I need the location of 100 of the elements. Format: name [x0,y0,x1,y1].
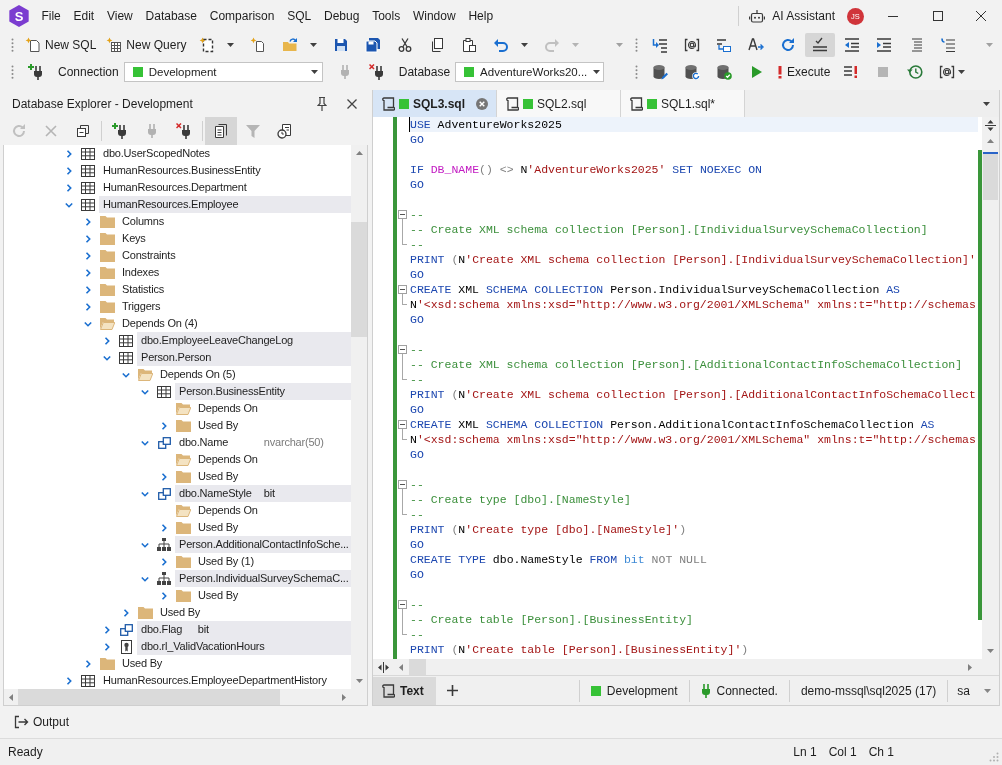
chevron-down-icon[interactable] [122,370,130,379]
tree-item[interactable]: Used By [194,587,351,604]
horizontal-scrollbar[interactable] [4,689,367,705]
tree-item[interactable]: dbo.Name nvarchar(50) [175,434,351,451]
tree-item[interactable]: Person.Person [137,349,351,366]
chevron-right-icon[interactable] [160,472,168,481]
menu-item[interactable]: Edit [67,4,101,28]
chevron-right-icon[interactable] [122,608,130,617]
chevron-right-icon[interactable] [65,149,73,158]
collapse-box-icon[interactable] [398,600,407,609]
tree-item[interactable]: Depends On [194,451,351,468]
menu-item[interactable]: Help [462,4,500,28]
scrollbar-thumb[interactable] [18,689,280,705]
chevron-right-icon[interactable] [84,234,92,243]
chevron-right-icon[interactable] [65,676,73,685]
tree-item[interactable]: dbo.NameStyle bit [175,485,351,502]
menu-item[interactable]: Database [139,4,204,28]
view-button[interactable] [205,117,237,145]
dropdown[interactable]: AdventureWorks20... [455,62,605,82]
tree-item[interactable]: dbo.rl_ValidVacationHours [137,638,351,655]
tree-item[interactable]: Indexes [118,264,351,281]
tree-item[interactable]: dbo.Flag bit [137,621,351,638]
chevron-right-icon[interactable] [84,217,92,226]
chevron-down-icon[interactable] [141,438,149,447]
chevron-right-icon[interactable] [160,421,168,430]
new-sql-button[interactable]: New SQL [21,33,101,57]
menu-item[interactable]: Tools [365,4,407,28]
scrollbar-thumb[interactable] [409,659,426,675]
chevron-right-icon[interactable] [84,285,92,294]
menu-item[interactable]: Debug [317,4,366,28]
menu-item[interactable]: SQL [280,4,318,28]
chevron-right-icon[interactable] [103,642,111,651]
tree-item[interactable]: dbo.EmployeeLeaveChangeLog [137,332,351,349]
tree-item[interactable]: HumanResources.BusinessEntity [99,162,351,179]
close-circle-icon[interactable] [476,97,488,110]
menu-item[interactable]: Comparison [203,4,281,28]
tree-item[interactable]: Depends On [194,400,351,417]
split-button[interactable] [982,117,999,133]
resize-grip-icon[interactable] [989,752,999,762]
menu-item[interactable]: View [100,4,140,28]
tree-item[interactable]: Person.IndividualSurveySchemaC... [175,570,351,587]
tree-item[interactable]: Statistics [118,281,351,298]
tree-item[interactable]: Depends On (4) [118,315,351,332]
tree-item[interactable]: Used By [156,604,351,621]
collapse-box-icon[interactable] [398,480,407,489]
tree-item[interactable]: dbo.UserScopedNotes [99,145,351,162]
chevron-down-icon[interactable] [141,540,149,549]
chevron-right-icon[interactable] [160,557,168,566]
execute-button[interactable]: Execute [773,60,835,84]
ai-assistant-button[interactable]: AI Assistant [743,3,841,29]
tree-item[interactable]: Person.AdditionalContactInfoSche... [175,536,351,553]
chevron-down-icon[interactable] [141,489,149,498]
tree-item[interactable]: Columns [118,213,351,230]
editor-tab[interactable]: SQL2.sql [497,90,621,117]
drag-handle-icon[interactable] [635,38,638,52]
scrollbar-thumb[interactable] [983,152,998,200]
tree-item[interactable]: Constraints [118,247,351,264]
chevron-right-icon[interactable] [160,523,168,532]
chevron-right-icon[interactable] [103,625,111,634]
drag-handle-icon[interactable] [11,38,14,52]
chevron-right-icon[interactable] [65,183,73,192]
chevron-right-icon[interactable] [84,268,92,277]
output-tab[interactable]: Output [10,710,74,734]
collapse-box-icon[interactable] [398,210,407,219]
tree-item[interactable]: HumanResources.Department [99,179,351,196]
drag-handle-icon[interactable] [11,65,14,79]
view-tab[interactable]: Text [373,676,436,705]
tree-item[interactable]: Used By [194,519,351,536]
dropdown[interactable]: Development [123,62,323,82]
chevron-right-icon[interactable] [84,251,92,260]
chevron-down-icon[interactable] [141,387,149,396]
chevron-right-icon[interactable] [65,166,73,175]
tree-item[interactable]: Keys [118,230,351,247]
menu-item[interactable]: Window [406,4,463,28]
chevron-right-icon[interactable] [160,591,168,600]
chevron-down-icon[interactable] [65,200,73,209]
editor-tab[interactable]: SQL3.sql [373,90,497,117]
chevron-down-icon[interactable] [141,574,149,583]
tree-item[interactable]: Depends On [194,502,351,519]
tree-item[interactable]: Used By [118,655,351,672]
tree-item[interactable]: Depends On (5) [156,366,351,383]
menu-item[interactable]: File [35,4,68,28]
chevron-down-icon[interactable] [84,319,92,328]
tree-item[interactable]: Triggers [118,298,351,315]
tree-item[interactable]: Used By (1) [194,553,351,570]
collapse-box-icon[interactable] [398,285,407,294]
sql-view-button[interactable] [805,33,835,57]
user-dropdown[interactable]: sa [947,679,999,702]
scrollbar-thumb[interactable] [351,222,367,337]
tree-item[interactable]: HumanResources.EmployeeDepartmentHistory [99,672,351,689]
editor-tab[interactable]: SQL1.sql* [621,90,745,117]
tree-item[interactable]: HumanResources.Employee [99,196,351,213]
collapse-box-icon[interactable] [398,420,407,429]
collapse-box-icon[interactable] [398,345,407,354]
chevron-right-icon[interactable] [84,302,92,311]
new-query-button[interactable]: New Query [102,33,191,57]
chevron-right-icon[interactable] [103,336,111,345]
tree-item[interactable]: Person.BusinessEntity [175,383,351,400]
chevron-right-icon[interactable] [84,659,92,668]
tree-item[interactable]: Used By [194,468,351,485]
